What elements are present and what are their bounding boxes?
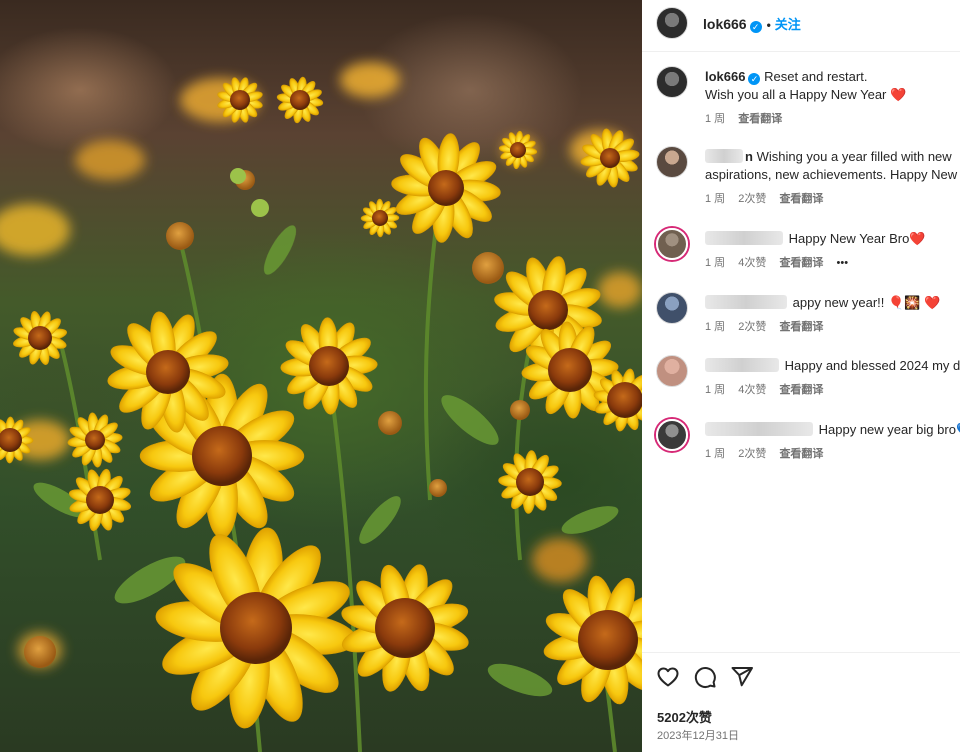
see-translation-button[interactable]: 查看翻译 bbox=[779, 257, 823, 269]
comment-text: Happy new year big bro bbox=[818, 422, 956, 437]
post-actions: 5202次赞 2023年12月31日 bbox=[642, 652, 960, 752]
comment-text: Happy and blessed 2024 my de bbox=[784, 358, 960, 373]
paper-plane-icon[interactable] bbox=[730, 665, 754, 689]
comment-likes[interactable]: 4次赞 bbox=[738, 257, 766, 269]
separator-dot: • bbox=[766, 18, 771, 32]
likes-count[interactable]: 5202次赞 bbox=[657, 707, 712, 726]
comment-time[interactable]: 1 周 bbox=[705, 193, 725, 205]
see-translation-button[interactable]: 查看翻译 bbox=[779, 384, 823, 396]
flower bbox=[543, 575, 642, 705]
author-username[interactable]: lok666 bbox=[703, 16, 747, 32]
blue-heart-emoji-icon: 💙 bbox=[956, 422, 960, 437]
heart-emoji-icon: ❤️ bbox=[909, 231, 926, 246]
caption-time[interactable]: 1 周 bbox=[705, 113, 725, 125]
comment-icon[interactable] bbox=[693, 665, 717, 689]
more-options-icon[interactable]: ••• bbox=[837, 257, 849, 269]
caption-author[interactable]: lok666 bbox=[705, 69, 745, 84]
commenter-avatar[interactable] bbox=[656, 419, 688, 451]
post-image[interactable] bbox=[0, 0, 642, 752]
comment-likes[interactable]: 4次赞 bbox=[738, 384, 766, 396]
comment-time[interactable]: 1 周 bbox=[705, 257, 725, 269]
flower bbox=[13, 311, 67, 365]
flower bbox=[280, 317, 378, 415]
emoji-icons: 🎈🎇 ❤️ bbox=[888, 295, 941, 310]
flower bbox=[360, 198, 400, 238]
see-translation-button[interactable]: 查看翻译 bbox=[738, 113, 782, 125]
post-side-panel: lok666 ✓ • 关注 lok666 ✓ Reset and restart. Wi… bbox=[642, 0, 960, 752]
comment-likes[interactable]: 2次赞 bbox=[738, 321, 766, 333]
comment-text: Happy New Year Bro bbox=[788, 231, 910, 246]
flower bbox=[155, 527, 357, 729]
heart-emoji-icon: ❤️ bbox=[890, 87, 907, 102]
blurred-username bbox=[705, 149, 743, 163]
blurred-username bbox=[705, 295, 787, 309]
commenter-username[interactable]: n bbox=[745, 149, 753, 164]
post-date[interactable]: 2023年12月31日 bbox=[657, 727, 739, 743]
blurred-username bbox=[705, 231, 783, 245]
comment-likes[interactable]: 2次赞 bbox=[738, 193, 766, 205]
post-header: lok666 ✓ • 关注 bbox=[642, 0, 960, 52]
see-translation-button[interactable]: 查看翻译 bbox=[779, 193, 823, 205]
comment-likes[interactable]: 2次赞 bbox=[738, 448, 766, 460]
author-avatar[interactable] bbox=[656, 7, 688, 39]
commenter-avatar[interactable] bbox=[656, 146, 688, 178]
heart-icon[interactable] bbox=[656, 665, 680, 689]
comment-text-line-2: aspirations, new achievements. Happy New bbox=[705, 167, 958, 182]
flower bbox=[391, 133, 501, 243]
follow-button[interactable]: 关注 bbox=[775, 17, 801, 32]
blurred-username bbox=[705, 358, 779, 372]
see-translation-button[interactable]: 查看翻译 bbox=[779, 321, 823, 333]
flower bbox=[341, 564, 469, 692]
comment-text: Wishing you a year filled with new bbox=[756, 149, 952, 164]
flower bbox=[276, 76, 324, 124]
see-translation-button[interactable]: 查看翻译 bbox=[779, 448, 823, 460]
caption-line-1: Reset and restart. bbox=[764, 69, 868, 84]
flower-photo-graphic bbox=[0, 62, 642, 752]
verified-badge-icon: ✓ bbox=[748, 73, 761, 85]
flower bbox=[217, 77, 263, 123]
comment-time[interactable]: 1 周 bbox=[705, 321, 725, 333]
flower bbox=[498, 450, 562, 514]
comment-time[interactable]: 1 周 bbox=[705, 384, 725, 396]
verified-badge-icon: ✓ bbox=[749, 21, 762, 33]
comment-time[interactable]: 1 周 bbox=[705, 448, 725, 460]
author-avatar[interactable] bbox=[656, 66, 688, 98]
comment-text: appy new year!! bbox=[792, 295, 889, 310]
commenter-avatar[interactable] bbox=[656, 292, 688, 324]
flower bbox=[498, 130, 538, 170]
commenter-avatar[interactable] bbox=[656, 355, 688, 387]
commenter-avatar[interactable] bbox=[656, 228, 688, 260]
blurred-username bbox=[705, 422, 813, 436]
caption-line-2: Wish you all a Happy New Year bbox=[705, 87, 887, 102]
flower bbox=[68, 468, 132, 532]
